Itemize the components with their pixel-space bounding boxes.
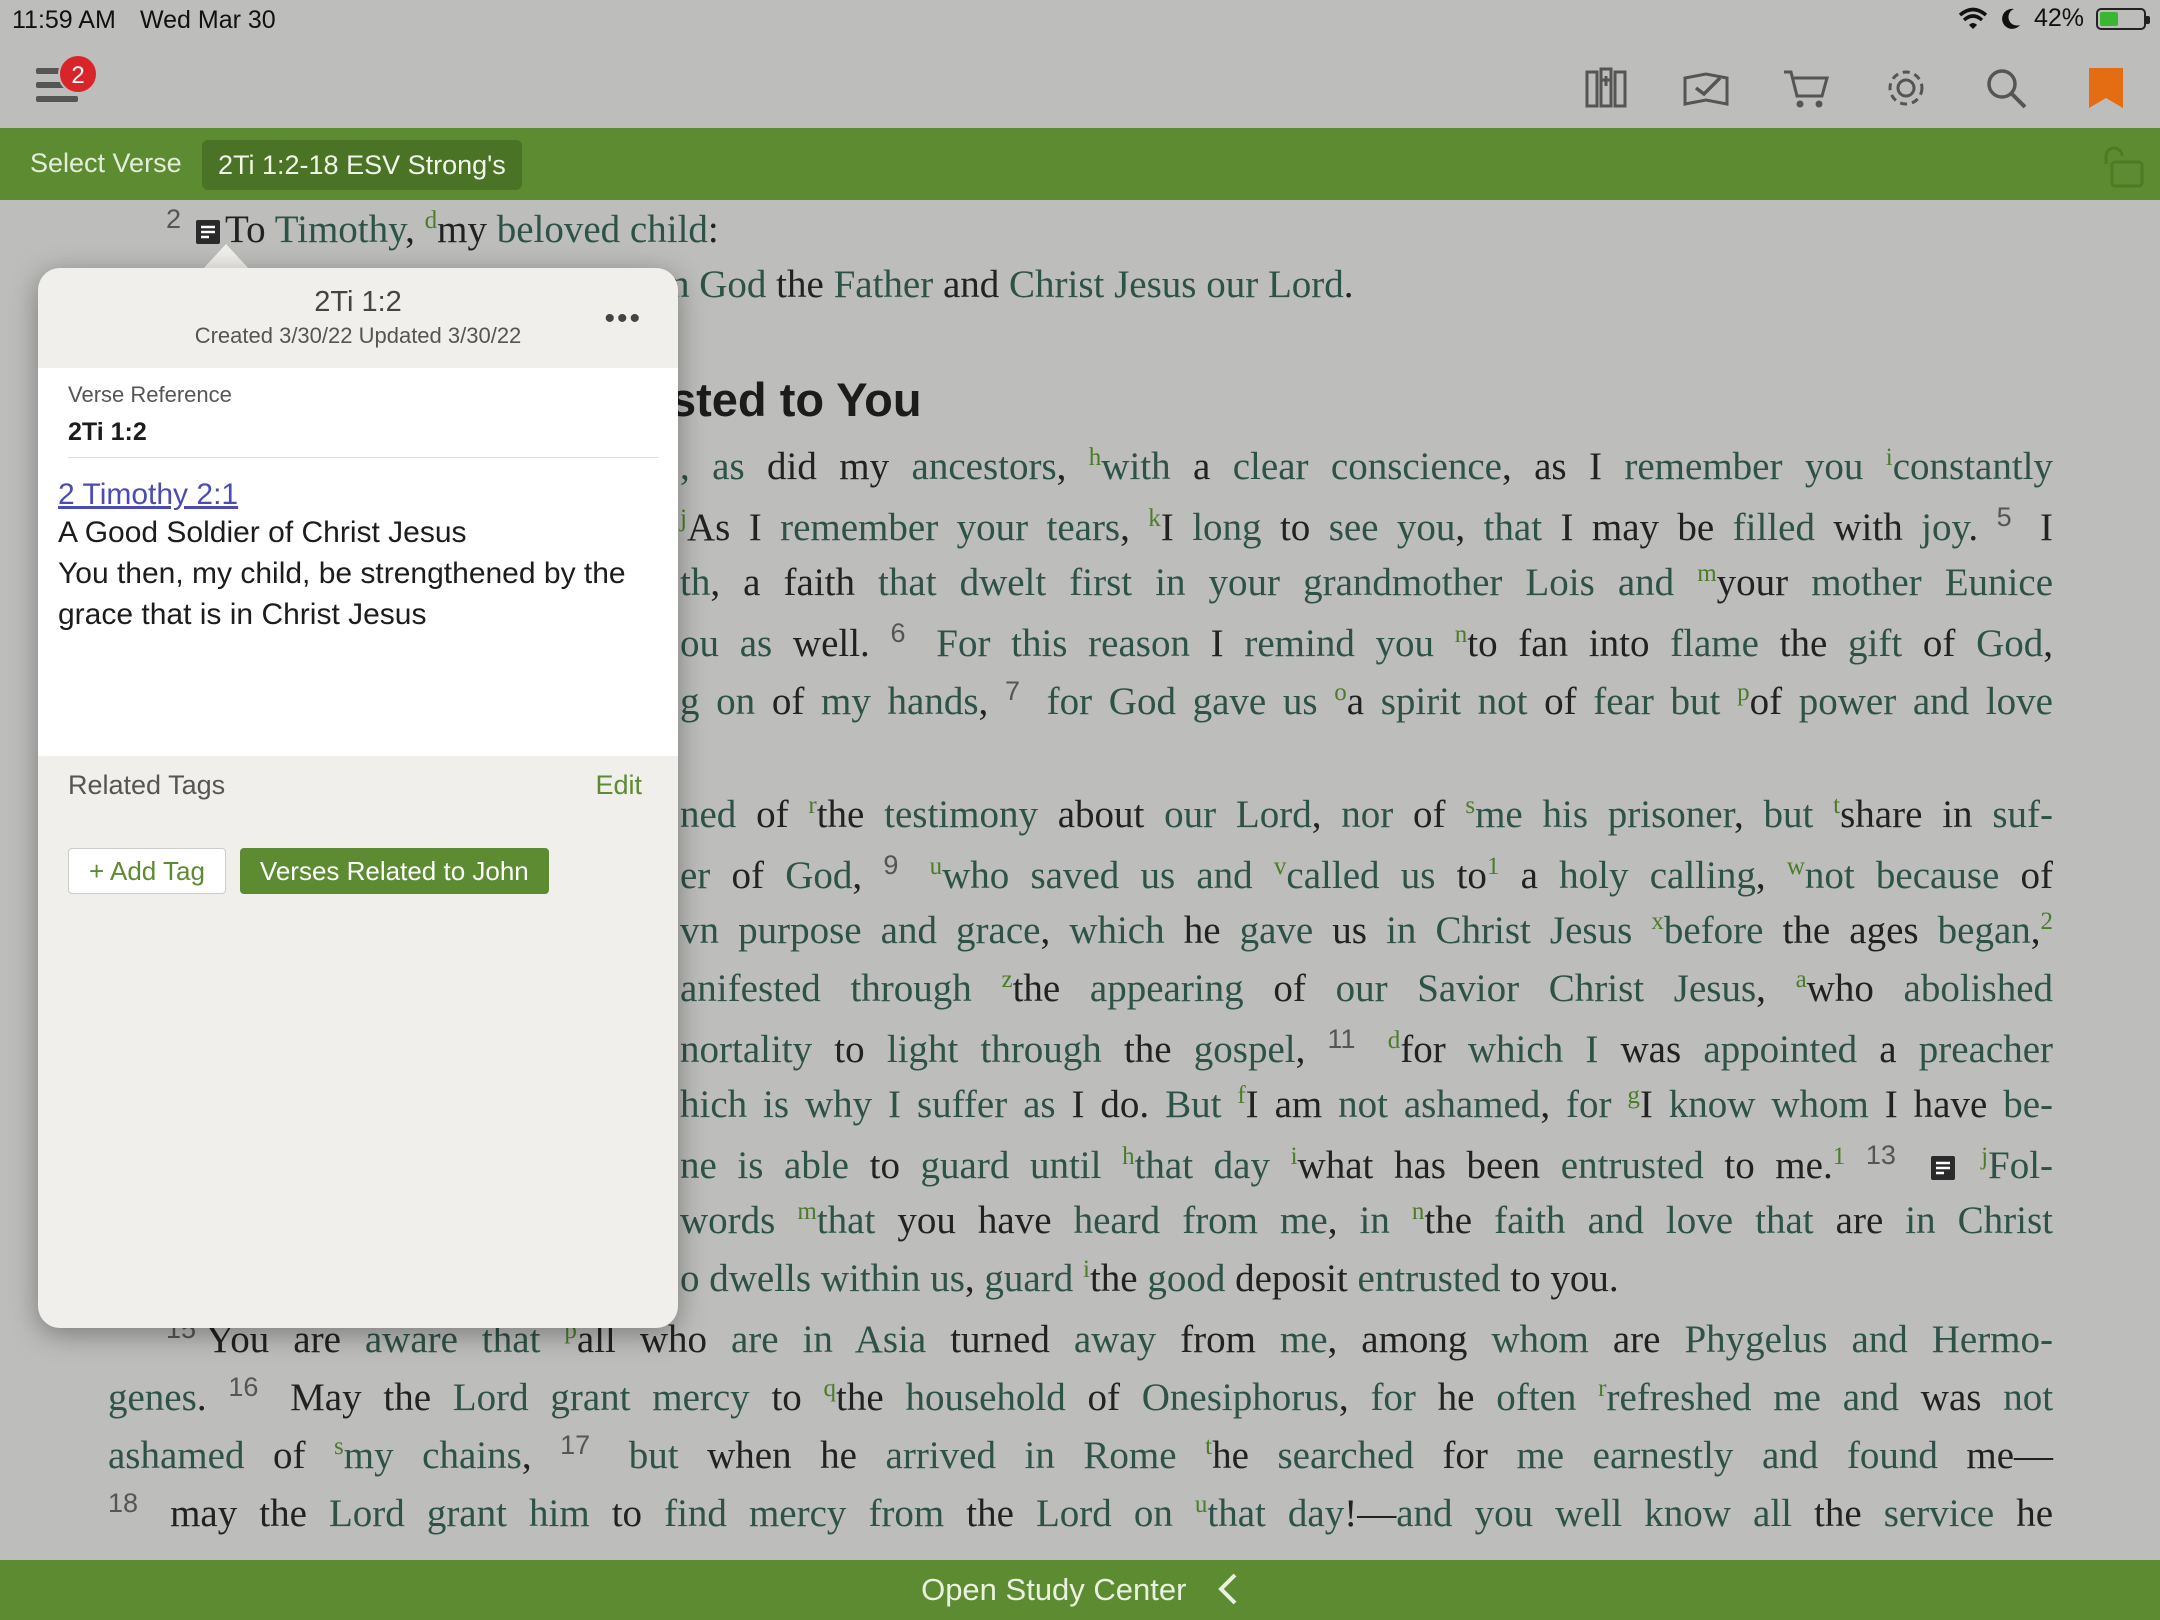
current-reference-button[interactable]: 2Ti 1:2-18 ESV Strong's bbox=[202, 140, 522, 190]
note-body: Verse Reference 2Ti 1:2 2 Timothy 2:1 A … bbox=[38, 368, 678, 756]
wifi-icon bbox=[1958, 7, 1988, 29]
verse-reference-value: 2Ti 1:2 bbox=[68, 418, 658, 458]
status-time: 11:59 AM bbox=[12, 6, 116, 34]
battery-icon bbox=[2096, 7, 2150, 30]
bookmark-button[interactable] bbox=[2078, 62, 2134, 114]
popover-pointer bbox=[202, 244, 250, 270]
unlock-icon[interactable] bbox=[2098, 144, 2148, 188]
verse-reference-label: Verse Reference bbox=[68, 382, 232, 407]
add-tag-button[interactable]: + Add Tag bbox=[68, 848, 226, 894]
tag-list: + Add Tag Verses Related to John bbox=[38, 848, 678, 894]
cross-reference-link[interactable]: 2 Timothy 2:1 bbox=[58, 478, 238, 512]
moon-icon bbox=[2002, 8, 2020, 29]
toolbar-icons bbox=[1578, 62, 2134, 114]
verse-line: ned of rthe testimony about our Lord, no… bbox=[680, 792, 2053, 836]
battery-fill bbox=[2100, 11, 2118, 26]
related-tags-header: Related Tags Edit bbox=[38, 756, 678, 806]
section-heading: sted to You bbox=[670, 373, 922, 426]
verse-line: ne is able to guard until hthat day iwha… bbox=[680, 1140, 2054, 1187]
verse-line: jAs I remember your tears, kI long to se… bbox=[680, 502, 2054, 549]
verse-line: th, a faith that dwelt first in your gra… bbox=[680, 560, 2054, 604]
select-verse-button[interactable]: Select Verse bbox=[30, 148, 182, 179]
popover-header: 2Ti 1:2 Created 3/30/22 Updated 3/30/22 … bbox=[38, 268, 678, 368]
settings-button[interactable] bbox=[1878, 62, 1934, 114]
status-indicators: 42% bbox=[1958, 4, 2150, 33]
library-button[interactable] bbox=[1578, 62, 1634, 114]
open-study-center-label[interactable]: Open Study Center bbox=[921, 1560, 1186, 1620]
note-content-line: You then, my child, be strengthened by t… bbox=[58, 557, 626, 590]
note-popover: 2Ti 1:2 Created 3/30/22 Updated 3/30/22 … bbox=[38, 268, 678, 1328]
verse-line: nortality to light through the gospel, 1… bbox=[680, 1024, 2053, 1071]
verse-line: ashamed of smy chains, 17 but when he ar… bbox=[108, 1430, 2054, 1477]
note-icon[interactable] bbox=[195, 219, 221, 245]
top-toolbar: 2 bbox=[0, 40, 2160, 128]
status-date: Wed Mar 30 bbox=[140, 6, 276, 34]
study-center-bar[interactable]: Open Study Center bbox=[0, 1560, 2160, 1620]
verse-line: words mthat you have heard from me, in n… bbox=[680, 1198, 2054, 1242]
verse-line: g on of my hands, 7 for God gave us oa s… bbox=[680, 676, 2053, 723]
search-button[interactable] bbox=[1978, 62, 2034, 114]
verse-line: , as did my ancestors, hwith a clear con… bbox=[680, 444, 2054, 488]
verse-line: genes. 16 May the Lord grant mercy to qt… bbox=[108, 1372, 2054, 1419]
reading-plan-button[interactable] bbox=[1678, 62, 1734, 114]
reference-bar: Select Verse 2Ti 1:2-18 ESV Strong's bbox=[0, 128, 2160, 200]
reading-plan-icon bbox=[1683, 72, 1729, 106]
status-bar: 11:59 AM Wed Mar 30 42% bbox=[0, 0, 2160, 40]
edit-tags-button[interactable]: Edit bbox=[595, 770, 642, 801]
chevron-left-icon[interactable] bbox=[1215, 1572, 1239, 1606]
search-icon bbox=[1987, 69, 2027, 109]
battery-percent: 42% bbox=[2033, 4, 2084, 32]
verse-line: vn purpose and grace, which he gave us i… bbox=[680, 908, 2054, 952]
library-icon bbox=[1585, 67, 1627, 108]
verse-line: anifested through zthe appearing of our … bbox=[680, 966, 2053, 1010]
note-title: 2Ti 1:2 bbox=[314, 286, 402, 318]
note-content-line: A Good Soldier of Christ Jesus bbox=[58, 516, 467, 549]
tag-chip[interactable]: Verses Related to John bbox=[239, 848, 549, 894]
notification-badge: 2 bbox=[58, 54, 98, 94]
verse-line: n God the Father and Christ Jesus our Lo… bbox=[670, 263, 1354, 306]
bookmark-icon bbox=[2089, 68, 2123, 108]
cart-button[interactable] bbox=[1778, 62, 1834, 114]
cart-icon bbox=[1784, 70, 1829, 108]
gear-icon bbox=[1888, 70, 1924, 106]
verse-line: 2 To Timothy, dmy beloved child: bbox=[166, 204, 719, 251]
related-tags-label: Related Tags bbox=[68, 770, 226, 800]
verse-line: ou as well. 6 For this reason I remind y… bbox=[680, 618, 2054, 665]
note-content-line: grace that is in Christ Jesus bbox=[58, 598, 427, 631]
verse-line: 18 may the Lord grant him to find mercy … bbox=[108, 1488, 2054, 1535]
verse-line: hich is why I suffer as I do. But fI am … bbox=[680, 1082, 2054, 1126]
verse-line: er of God, 9 uwho saved us and vcalled u… bbox=[680, 850, 2054, 897]
note-icon[interactable] bbox=[1930, 1155, 1956, 1181]
more-options-icon[interactable]: ••• bbox=[604, 302, 642, 336]
verse-line: o dwells within us, guard ithe good depo… bbox=[680, 1256, 1619, 1300]
note-dates: Created 3/30/22 Updated 3/30/22 bbox=[194, 323, 522, 348]
hamburger-line bbox=[36, 96, 78, 102]
